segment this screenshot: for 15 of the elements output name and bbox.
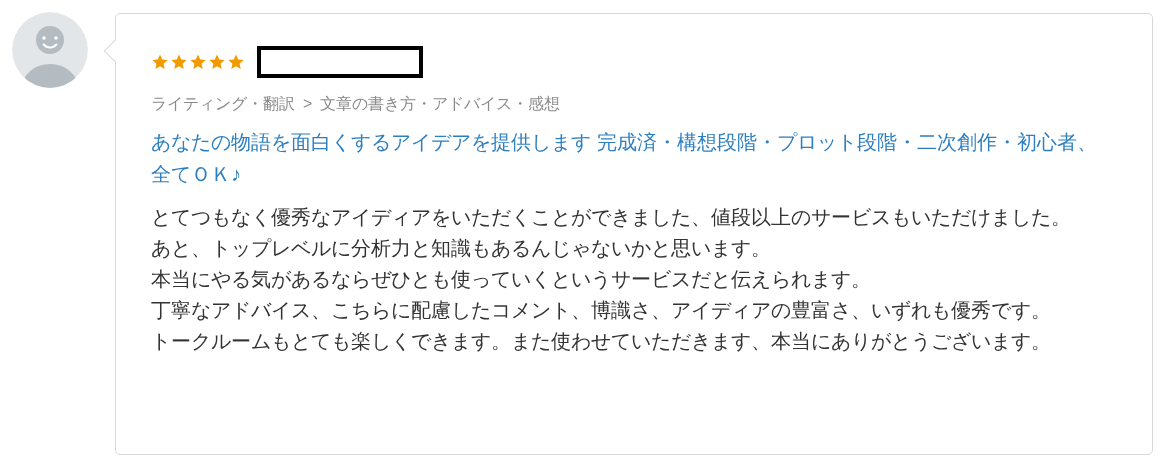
star-icon [170,53,188,71]
review-text: あと、トップレベルに分析力と知識もあるんじゃないかと思います。 [151,236,772,261]
service-title-link[interactable]: あなたの物語を面白くするアイデアを提供します 完成済・構想段階・プロット段階・二次創作・初心者、全てＯＫ♪ [151,126,1112,190]
category-link[interactable]: ライティング・翻訳 [151,92,295,116]
category-link[interactable]: 文章の書き方・アドバイス・感想 [320,92,561,116]
avatar-icon [12,12,88,88]
star-icon [189,53,207,71]
review-text: 本当にやる気があるならぜひとも使っていくというサービスだと伝えられます。 [151,267,872,292]
review-text: とてつもなく優秀なアイディアをいただくことができました、値段以上のサービスもいただけました。 [151,205,1072,230]
star-icon [151,53,169,71]
review-text: 丁寧なアドバイス、こちらに配慮したコメント、博識さ、アイディアの豊富さ、いずれも優秀です。 [151,298,1052,323]
breadcrumb-separator: > [303,94,313,114]
review-text: トークルームもとても楽しくできます。また使わせていただきます、本当にありがとうございます。 [151,329,1052,354]
star-icon [208,53,226,71]
star-icon [227,53,245,71]
